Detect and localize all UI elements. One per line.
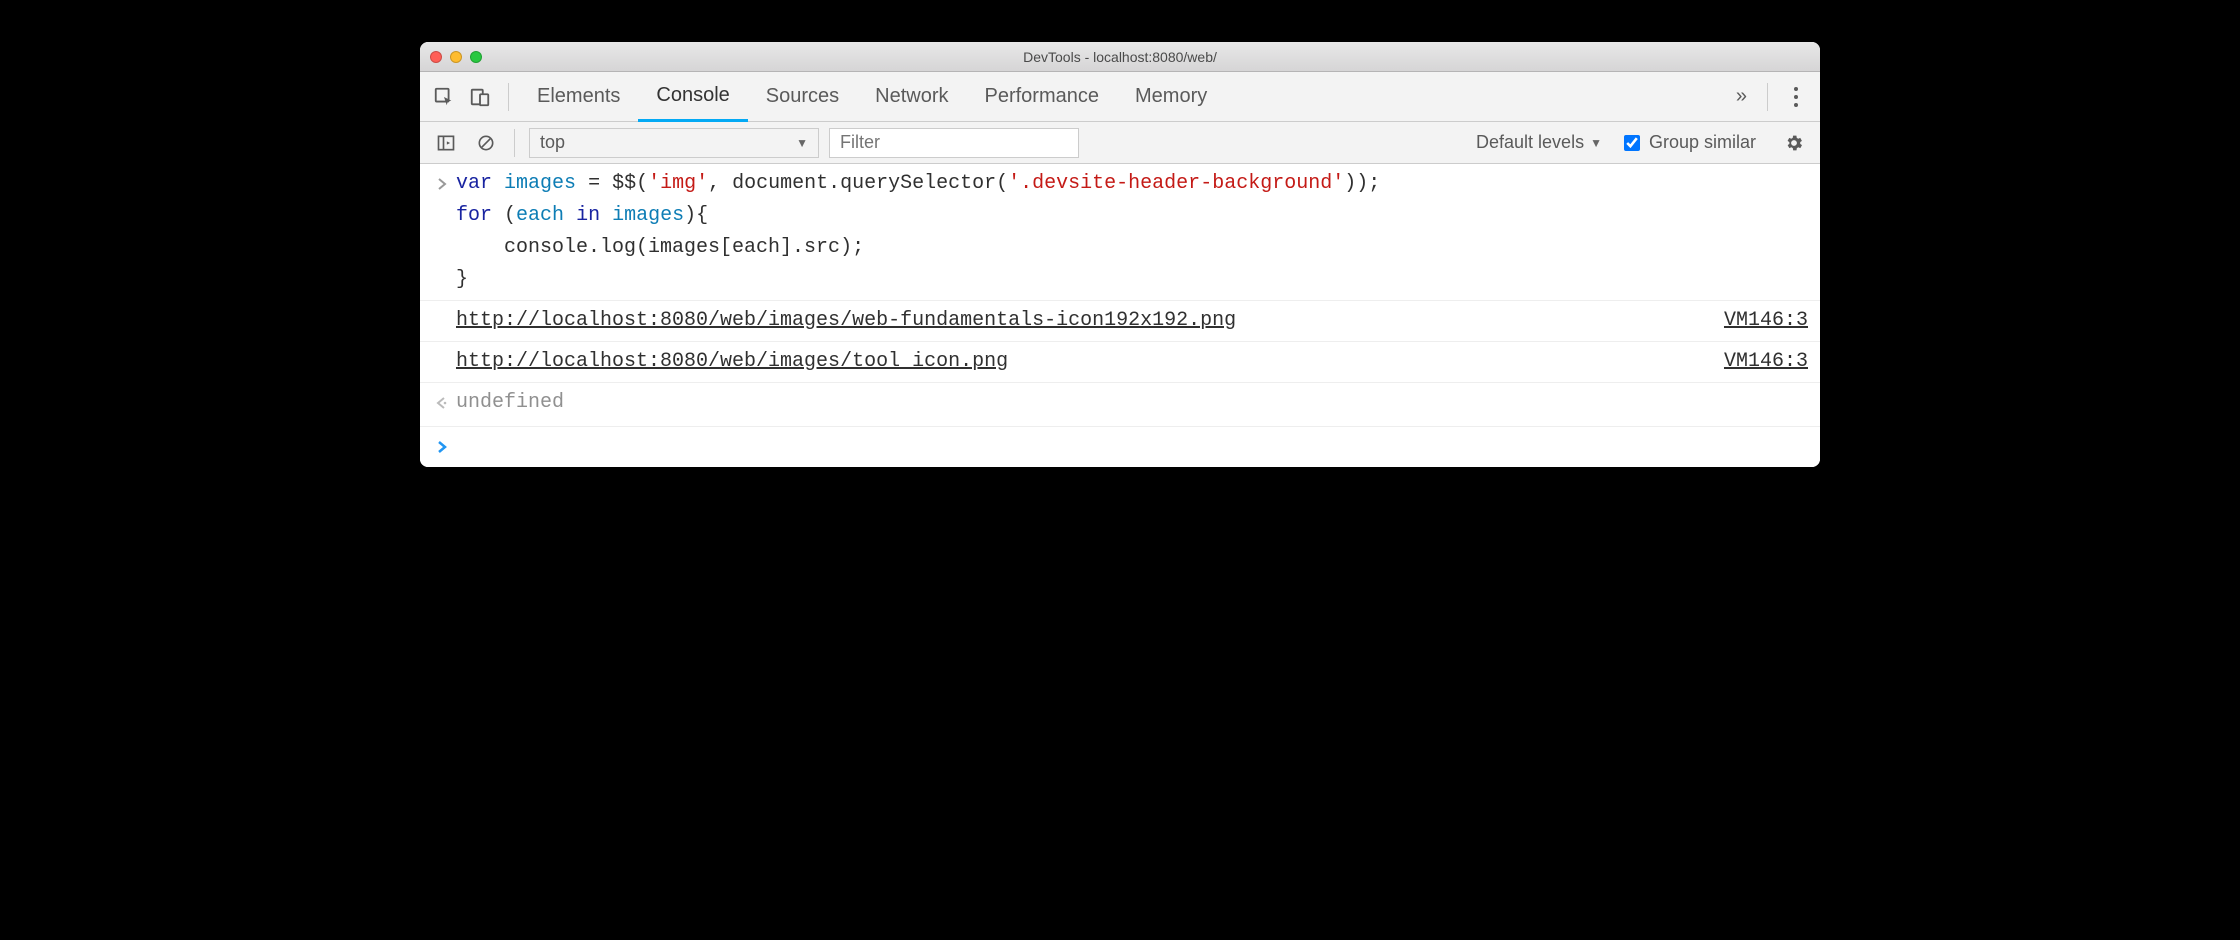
console-input[interactable] (456, 431, 1808, 463)
return-value: undefined (456, 387, 1808, 422)
devtools-window: DevTools - localhost:8080/web/ Elements … (420, 42, 1820, 467)
traffic-lights (430, 51, 482, 63)
tab-strip: Elements Console Sources Network Perform… (420, 72, 1820, 122)
group-similar-toggle[interactable]: Group similar (1620, 132, 1756, 154)
context-label: top (540, 132, 565, 153)
console-prompt-row[interactable] (420, 427, 1820, 467)
tab-label: Performance (985, 85, 1100, 108)
console-log-row: http://localhost:8080/web/images/tool_ic… (420, 342, 1820, 383)
console-toolbar: top ▼ Default levels ▼ Group similar (420, 122, 1820, 164)
dropdown-triangle-icon: ▼ (1590, 136, 1602, 150)
console-settings-icon[interactable] (1776, 125, 1812, 161)
prompt-icon (428, 431, 456, 463)
tab-elements[interactable]: Elements (519, 72, 638, 121)
return-marker-icon (428, 387, 456, 422)
console-input-row: var images = $$('img', document.querySel… (420, 164, 1820, 301)
inspect-element-icon[interactable] (426, 79, 462, 115)
titlebar: DevTools - localhost:8080/web/ (420, 42, 1820, 72)
show-console-sidebar-icon[interactable] (428, 125, 464, 161)
tab-label: Elements (537, 85, 620, 108)
minimize-window-button[interactable] (450, 51, 462, 63)
tab-console[interactable]: Console (638, 73, 747, 122)
tab-network[interactable]: Network (857, 72, 966, 121)
clear-console-icon[interactable] (468, 125, 504, 161)
log-message-link[interactable]: http://localhost:8080/web/images/tool_ic… (456, 346, 1724, 378)
separator (514, 129, 515, 157)
log-source-link[interactable]: VM146:3 (1724, 346, 1808, 378)
tabs-overflow-button[interactable]: » (1726, 85, 1757, 108)
separator (508, 83, 509, 111)
levels-label: Default levels (1476, 132, 1584, 153)
tab-label: Sources (766, 85, 839, 108)
zoom-window-button[interactable] (470, 51, 482, 63)
separator (1767, 83, 1768, 111)
close-window-button[interactable] (430, 51, 442, 63)
execution-context-selector[interactable]: top ▼ (529, 128, 819, 158)
console-body: var images = $$('img', document.querySel… (420, 164, 1820, 467)
log-levels-selector[interactable]: Default levels ▼ (1476, 132, 1602, 153)
filter-input[interactable] (829, 128, 1079, 158)
window-title: DevTools - localhost:8080/web/ (420, 49, 1820, 65)
input-prompt-icon (428, 168, 456, 296)
console-log-row: http://localhost:8080/web/images/web-fun… (420, 301, 1820, 342)
log-message-link[interactable]: http://localhost:8080/web/images/web-fun… (456, 305, 1724, 337)
dropdown-triangle-icon: ▼ (796, 136, 808, 150)
kebab-menu-icon[interactable] (1778, 79, 1814, 115)
log-source-link[interactable]: VM146:3 (1724, 305, 1808, 337)
console-code[interactable]: var images = $$('img', document.querySel… (456, 168, 1808, 296)
tab-label: Memory (1135, 85, 1207, 108)
group-similar-label: Group similar (1649, 132, 1756, 153)
log-body: http://localhost:8080/web/images/web-fun… (456, 305, 1808, 337)
log-body: http://localhost:8080/web/images/tool_ic… (456, 346, 1808, 378)
tab-performance[interactable]: Performance (967, 72, 1118, 121)
console-return-row: undefined (420, 383, 1820, 427)
device-toolbar-icon[interactable] (462, 79, 498, 115)
group-similar-checkbox[interactable] (1624, 135, 1640, 151)
chevron-right-icon: » (1736, 85, 1747, 108)
tab-memory[interactable]: Memory (1117, 72, 1225, 121)
tab-label: Console (656, 84, 729, 107)
tab-label: Network (875, 85, 948, 108)
tab-sources[interactable]: Sources (748, 72, 857, 121)
